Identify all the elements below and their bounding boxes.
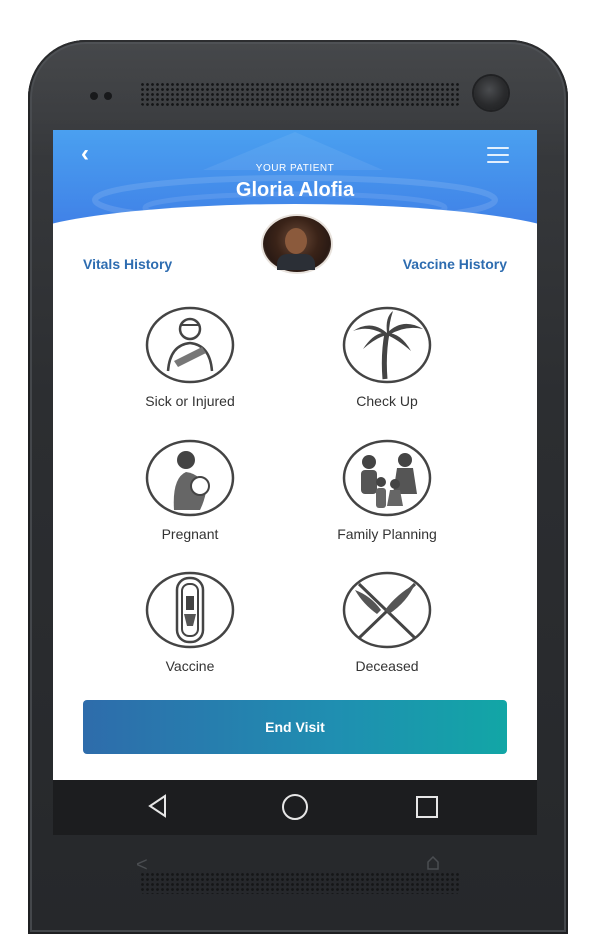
sensor-dot: [104, 92, 112, 100]
menu-icon[interactable]: [487, 147, 509, 163]
visit-type-sick-injured[interactable]: Sick or Injured: [100, 305, 280, 409]
bottom-speaker: [140, 872, 460, 894]
hardware-home-icon: [427, 856, 439, 870]
end-visit-button[interactable]: End Visit: [83, 700, 507, 754]
visit-type-check-up[interactable]: Check Up: [297, 305, 477, 409]
app-screen: ‹ YOUR PATIENT Gloria Alofia Vitals Hist…: [53, 130, 537, 780]
pregnant-icon: [145, 439, 235, 517]
end-visit-label: End Visit: [265, 719, 325, 735]
front-camera: [474, 76, 508, 110]
hardware-back-icon: <: [136, 854, 148, 876]
vaccine-history-link[interactable]: Vaccine History: [403, 256, 507, 272]
visit-type-label: Vaccine: [165, 658, 215, 674]
crossed-palms-icon: [342, 571, 432, 649]
visit-type-label: Pregnant: [161, 526, 219, 542]
visit-type-label: Check Up: [356, 393, 418, 409]
vaccine-vial-icon: [145, 571, 235, 649]
sensor-dot: [90, 92, 98, 100]
earpiece-speaker: [140, 82, 460, 106]
family-icon: [342, 439, 432, 517]
visit-type-vaccine[interactable]: Vaccine: [100, 570, 280, 674]
palm-tree-icon: [342, 306, 432, 384]
nav-home-icon[interactable]: [280, 792, 310, 822]
visit-type-pregnant[interactable]: Pregnant: [100, 438, 280, 542]
patient-overline: YOUR PATIENT: [255, 163, 335, 174]
avatar-face: [285, 228, 307, 254]
visit-type-label: Deceased: [355, 658, 419, 674]
visit-type-label: Sick or Injured: [145, 393, 235, 409]
visit-type-deceased[interactable]: Deceased: [297, 570, 477, 674]
patient-name: Gloria Alofia: [235, 179, 355, 201]
nav-back-icon[interactable]: [147, 794, 169, 818]
vitals-history-link[interactable]: Vitals History: [83, 256, 172, 272]
android-nav-bar: [53, 780, 537, 835]
avatar-shirt: [277, 254, 315, 270]
nav-recent-apps-icon[interactable]: [415, 795, 439, 819]
visit-type-label: Family Planning: [337, 526, 437, 542]
sick-injured-icon: [145, 306, 235, 384]
visit-type-family-planning[interactable]: Family Planning: [297, 438, 477, 542]
patient-avatar[interactable]: [261, 214, 333, 274]
